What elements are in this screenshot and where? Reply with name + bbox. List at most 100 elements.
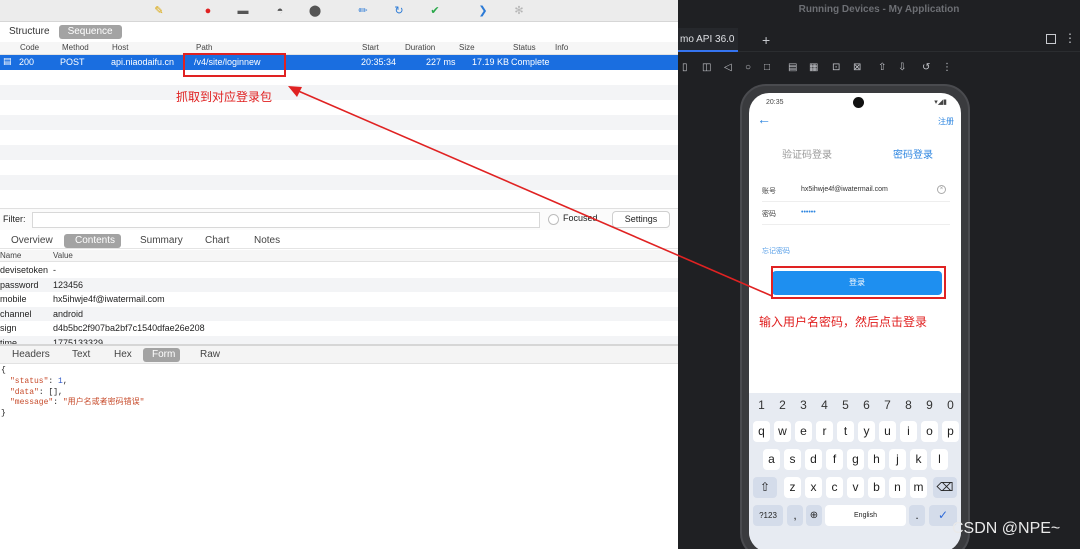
param-row[interactable]: devisetoken - [0, 263, 678, 278]
key[interactable]: i [900, 421, 917, 442]
tab-sms-login[interactable]: 验证码登录 [782, 146, 832, 161]
home-icon[interactable]: ○ [745, 62, 751, 73]
download-icon[interactable]: ⇩ [898, 62, 906, 73]
key[interactable]: a [763, 449, 780, 470]
filter-input[interactable] [32, 212, 540, 228]
tab-structure[interactable]: Structure [0, 25, 59, 39]
more-vertical-icon[interactable]: ⋮ [942, 62, 952, 73]
key[interactable]: r [816, 421, 833, 442]
key[interactable]: 1 [753, 398, 770, 414]
overview-icon[interactable]: □ [764, 62, 770, 73]
globe-icon[interactable]: ⊕ [806, 505, 822, 526]
settings-button[interactable]: Settings [612, 211, 670, 228]
power-icon[interactable]: ▤ [788, 62, 797, 73]
space-key[interactable]: English [825, 505, 906, 526]
col-info[interactable]: Info [555, 43, 568, 52]
key[interactable]: c [826, 477, 843, 498]
breakpoint-icon[interactable]: ⬤ [308, 4, 322, 18]
tab-contents[interactable]: Contents [64, 234, 122, 248]
key[interactable]: q [753, 421, 770, 442]
param-row[interactable]: channel android [0, 306, 678, 321]
key[interactable]: v [847, 477, 864, 498]
key[interactable]: w [774, 421, 791, 442]
col-value[interactable]: Value [53, 251, 73, 260]
upload-icon[interactable]: ⇧ [878, 62, 886, 73]
param-row[interactable]: password 123456 [0, 277, 678, 292]
key[interactable]: u [879, 421, 896, 442]
chevron-right-icon[interactable]: ❯ [476, 4, 490, 18]
record-icon[interactable]: ● [201, 4, 215, 18]
tab-password-login[interactable]: 密码登录 [893, 146, 933, 161]
check-icon[interactable]: ✔ [428, 4, 442, 18]
record-screen-icon[interactable]: ⊠ [853, 62, 861, 73]
screenshot-icon[interactable]: ⊡ [832, 62, 840, 73]
comma-key[interactable]: , [787, 505, 803, 526]
key[interactable]: f [826, 449, 843, 470]
col-path[interactable]: Path [196, 43, 212, 52]
account-row[interactable]: 账号 hx5ihwje4f@iwatermail.com × [762, 180, 950, 202]
key[interactable]: 9 [921, 398, 938, 414]
turtle-icon[interactable]: ◓ [273, 4, 287, 18]
device-tab[interactable]: mo API 36.0 [678, 28, 739, 52]
key[interactable]: 3 [795, 398, 812, 414]
tab-summary[interactable]: Summary [136, 234, 187, 248]
refresh-icon[interactable]: ↻ [392, 4, 406, 18]
shift-icon[interactable]: ⇧ [753, 477, 777, 498]
col-duration[interactable]: Duration [405, 43, 435, 52]
col-start[interactable]: Start [362, 43, 379, 52]
col-host[interactable]: Host [112, 43, 128, 52]
broom-icon[interactable]: ✎ [152, 4, 166, 18]
backspace-icon[interactable]: ⌫ [933, 477, 957, 498]
back-arrow-icon[interactable]: ← [757, 111, 771, 127]
key[interactable]: z [784, 477, 801, 498]
forgot-password-link[interactable]: 忘记密码 [762, 246, 790, 256]
password-field[interactable]: •••••• [801, 209, 816, 216]
key[interactable]: b [868, 477, 885, 498]
col-status[interactable]: Status [513, 43, 536, 52]
tab-text[interactable]: Text [68, 348, 94, 362]
tab-overview[interactable]: Overview [7, 234, 57, 248]
key[interactable]: 8 [900, 398, 917, 414]
tab-form[interactable]: Form [143, 348, 181, 362]
tab-notes[interactable]: Notes [250, 234, 284, 248]
param-row[interactable]: mobile hx5ihwje4f@iwatermail.com [0, 292, 678, 307]
tab-hex[interactable]: Hex [110, 348, 136, 362]
col-code[interactable]: Code [20, 43, 39, 52]
key[interactable]: g [847, 449, 864, 470]
key[interactable]: x [805, 477, 822, 498]
col-name[interactable]: Name [0, 251, 21, 260]
key[interactable]: o [921, 421, 938, 442]
fold-icon[interactable]: ◫ [702, 62, 711, 73]
history-icon[interactable]: ↺ [922, 62, 930, 73]
key[interactable]: s [784, 449, 801, 470]
key[interactable]: 2 [774, 398, 791, 414]
key[interactable]: t [837, 421, 854, 442]
pen-icon[interactable]: ✏ [356, 4, 370, 18]
volume-icon[interactable]: ▦ [809, 62, 818, 73]
col-size[interactable]: Size [459, 43, 475, 52]
window-icon[interactable] [1046, 34, 1056, 44]
focused-checkbox[interactable] [548, 214, 559, 225]
col-method[interactable]: Method [62, 43, 89, 52]
back-icon[interactable]: ◁ [724, 62, 732, 73]
symbols-key[interactable]: ?123 [753, 505, 783, 526]
rotate-icon[interactable]: ▯ [682, 62, 688, 73]
key[interactable]: 5 [837, 398, 854, 414]
key[interactable]: m [910, 477, 927, 498]
key[interactable]: d [805, 449, 822, 470]
key[interactable]: h [868, 449, 885, 470]
key[interactable]: n [889, 477, 906, 498]
key[interactable]: k [910, 449, 927, 470]
clear-icon[interactable]: × [937, 185, 946, 194]
tab-raw[interactable]: Raw [196, 348, 224, 362]
key[interactable]: j [889, 449, 906, 470]
account-field[interactable]: hx5ihwje4f@iwatermail.com [801, 186, 888, 193]
key[interactable]: 4 [816, 398, 833, 414]
gear-icon[interactable]: ✻ [512, 4, 526, 18]
param-row[interactable]: sign d4b5bc2f907ba2bf7c1540dfae26e208 [0, 321, 678, 336]
add-tab-button[interactable]: + [762, 32, 770, 48]
period-key[interactable]: . [909, 505, 925, 526]
password-row[interactable]: 密码 •••••• [762, 203, 950, 225]
key[interactable]: e [795, 421, 812, 442]
tab-headers[interactable]: Headers [8, 348, 54, 362]
